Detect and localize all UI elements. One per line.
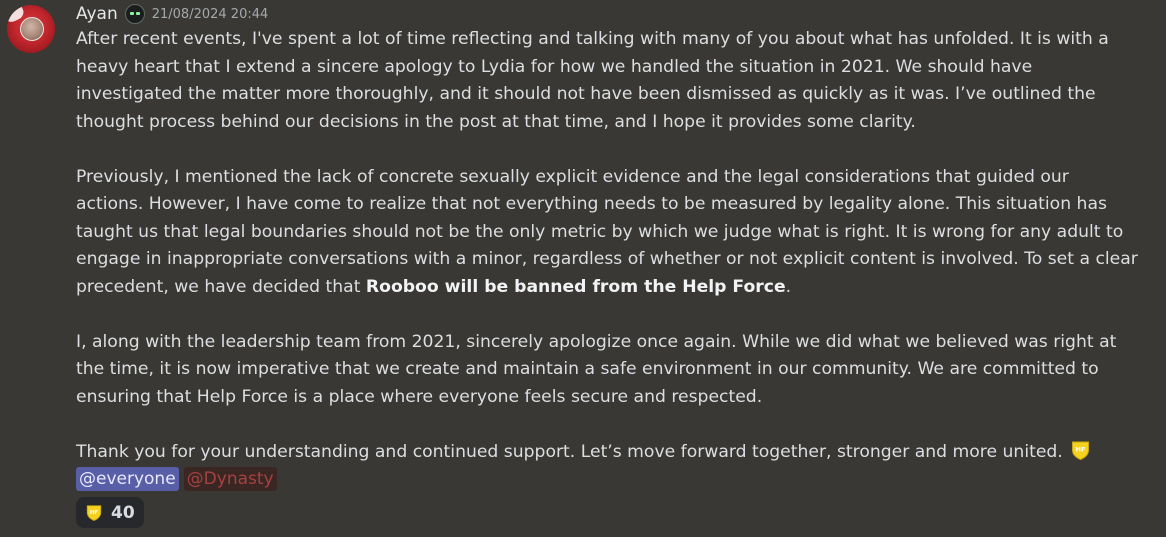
svg-text:HF: HF xyxy=(90,510,99,516)
hf-shield-emoji-icon[interactable]: HF xyxy=(1071,440,1090,460)
user-avatar[interactable] xyxy=(7,5,55,53)
svg-text:HF: HF xyxy=(1075,445,1085,453)
message-paragraph: Previously, I mentioned the lack of conc… xyxy=(76,164,1138,302)
message-timestamp[interactable]: 21/08/2024 20:44 xyxy=(152,7,269,22)
message-paragraph: Thank you for your understanding and con… xyxy=(76,439,1138,467)
mention-row: @everyone @Dynasty xyxy=(76,467,277,491)
mention-everyone[interactable]: @everyone xyxy=(76,467,179,491)
hf-shield-emoji-icon: HF xyxy=(86,505,102,521)
glasses-face-icon[interactable] xyxy=(124,4,145,24)
message-paragraph: I, along with the leadership team from 2… xyxy=(76,331,1117,407)
bold-text: Rooboo will be banned from the Help Forc… xyxy=(365,276,786,297)
message-content: After recent events, I've spent a lot of… xyxy=(76,26,1138,466)
reaction-count: 40 xyxy=(111,502,135,523)
chat-message: Ayan 21/08/2024 20:44 After recent event… xyxy=(0,0,1166,537)
paragraph-text: Thank you for your understanding and con… xyxy=(76,441,1063,462)
avatar-face xyxy=(20,17,44,41)
message-header: Ayan 21/08/2024 20:44 xyxy=(76,2,268,26)
mention-dynasty[interactable]: @Dynasty xyxy=(183,467,277,491)
username[interactable]: Ayan xyxy=(76,4,118,24)
message-paragraph: After recent events, I've spent a lot of… xyxy=(76,29,1109,132)
paragraph-text: . xyxy=(785,276,792,297)
reaction-button[interactable]: HF 40 xyxy=(76,497,144,528)
